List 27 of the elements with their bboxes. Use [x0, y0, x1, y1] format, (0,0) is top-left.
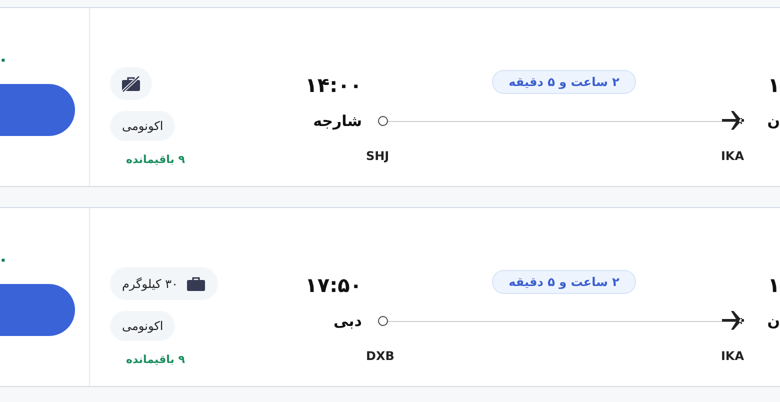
- airplane-icon: [722, 111, 744, 131]
- departure-city: ن: [767, 111, 780, 132]
- arrival-time: ۱۴:۰۰: [305, 72, 362, 98]
- suitcase-icon: [186, 276, 206, 292]
- baggage-allowance: ۳۰ کیلوگرم: [122, 276, 178, 292]
- arrival-city: شارجه: [313, 111, 362, 132]
- airport-code: DXB: [366, 348, 394, 365]
- price: ۰: [0, 52, 10, 72]
- price: ۰: [0, 252, 10, 272]
- select-button[interactable]: [0, 84, 75, 136]
- duration-pill: ۲ ساعت و ۵ دقیقه: [492, 70, 636, 94]
- cabin-class: اکونومی: [110, 111, 176, 141]
- departure-city: ن: [767, 311, 780, 332]
- airport-code: IKA: [720, 148, 744, 165]
- airport-code: IKA: [720, 348, 744, 365]
- arrival-time: ۱۷:۵۰: [305, 272, 362, 298]
- select-button[interactable]: [0, 284, 75, 336]
- no-suitcase-icon: [121, 76, 141, 92]
- departure-time: ۱: [768, 272, 780, 298]
- seats-left: ۹ باقیمانده: [126, 152, 185, 168]
- airplane-icon: [722, 311, 744, 331]
- cabin-class: اکونومی: [110, 311, 176, 341]
- seats-left: ۹ باقیمانده: [126, 352, 185, 368]
- departure-time: ۱: [768, 72, 780, 98]
- airport-code: SHJ: [366, 148, 390, 165]
- duration-pill: ۲ ساعت و ۵ دقیقه: [492, 270, 636, 294]
- arrival-city: دبی: [333, 311, 362, 332]
